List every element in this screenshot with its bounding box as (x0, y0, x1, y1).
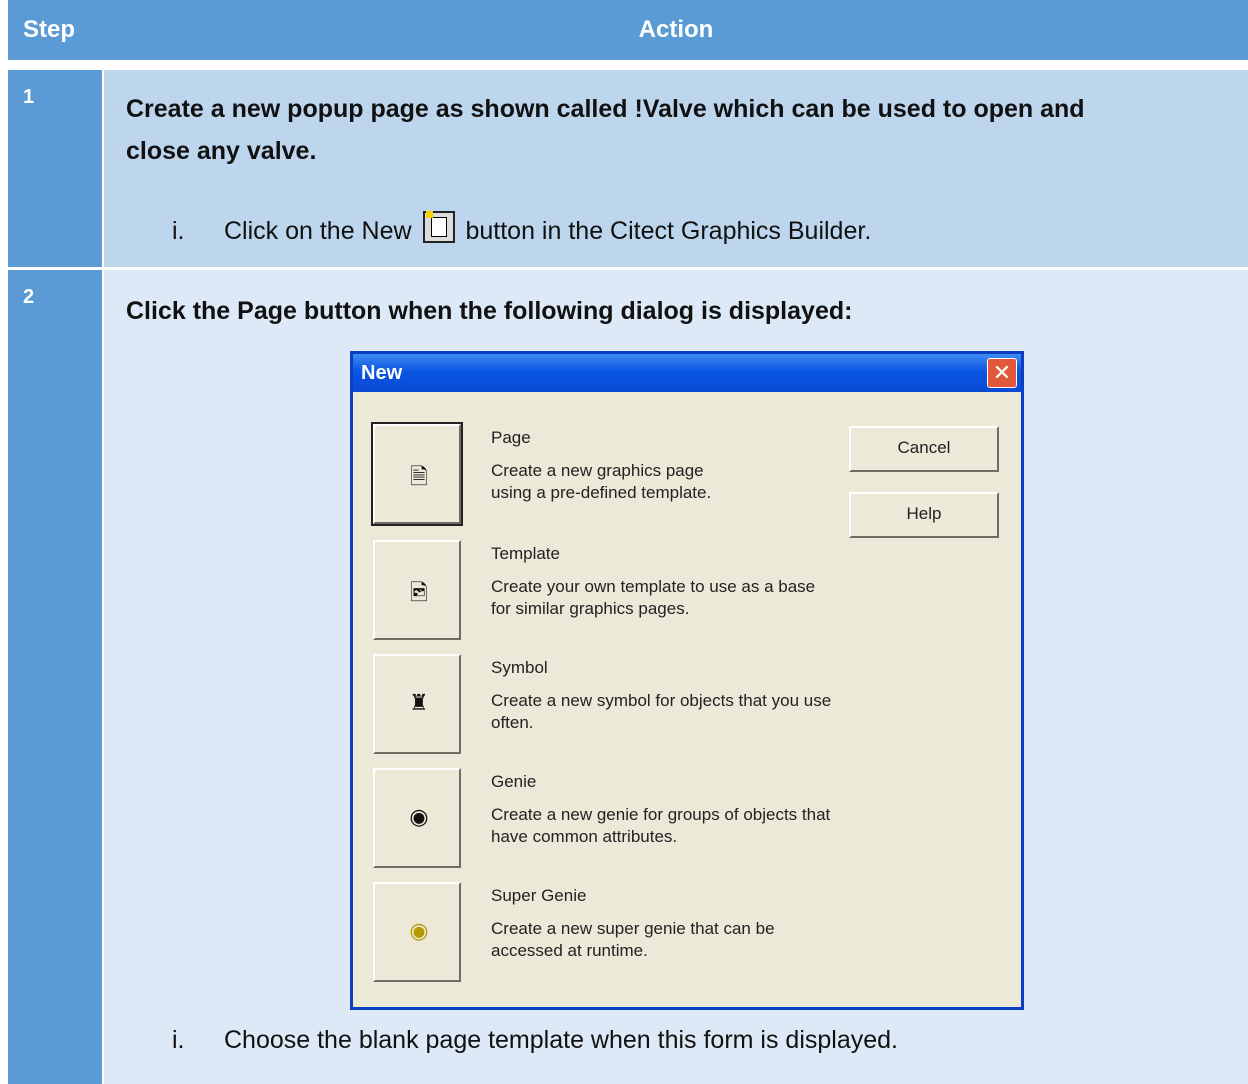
substep-text: Choose the blank page template when this… (224, 1026, 898, 1054)
substep-text-after: button in the Citect Graphics Builder. (465, 217, 872, 245)
substep-numeral: i. (172, 217, 185, 245)
table-header: Step Action (8, 0, 1248, 60)
step-instruction-cont: close any valve. (126, 137, 317, 165)
step-instruction: Create a new popup page as shown called … (126, 95, 1085, 123)
item-title-super-genie: Super Genie (491, 886, 587, 905)
symbol-icon: ♜ (409, 690, 429, 715)
page-button[interactable]: 🗎 (371, 422, 463, 526)
item-desc-symbol: Create a new symbol for objects that you… (491, 691, 832, 732)
help-button[interactable]: Help (849, 492, 999, 538)
step-cell-1: 1 (8, 70, 102, 267)
close-icon[interactable]: ✕ (987, 358, 1017, 388)
symbol-button[interactable]: ♜ (373, 654, 461, 754)
template-icon: 🖻 (410, 580, 428, 605)
item-title-page: Page (491, 428, 531, 447)
substep: i. Choose the blank page template when th… (172, 1022, 898, 1058)
item-title-genie: Genie (491, 772, 537, 791)
genie-button[interactable]: ◉ (373, 768, 461, 868)
action-cell-1: Create a new popup page as shown called … (104, 70, 1248, 267)
step-number: 1 (23, 86, 35, 108)
step-cell-2: 2 (8, 270, 102, 1084)
substep-numeral: i. (172, 1026, 185, 1054)
new-page-icon (422, 211, 455, 243)
super-genie-icon: ◉ (409, 918, 429, 943)
item-desc-genie: Create a new genie for groups of objects… (491, 805, 831, 846)
step-instruction: Click the Page button when the following… (126, 297, 853, 325)
item-title-symbol: Symbol (491, 658, 548, 677)
step-column-header: Step (23, 16, 76, 43)
dialog-title: New (361, 362, 403, 384)
item-desc-super-genie: Create a new super genie that can be acc… (491, 919, 775, 960)
item-desc-template: Create your own template to use as a bas… (491, 577, 816, 618)
new-dialog: New ✕ 🗎 Page Create a new graphics page … (350, 351, 1024, 1010)
super-genie-button[interactable]: ◉ (373, 882, 461, 982)
step-number: 2 (23, 286, 35, 308)
template-button[interactable]: 🖻 (373, 540, 461, 640)
substep: i. Click on the New button in the Citect … (172, 211, 871, 249)
cancel-button[interactable]: Cancel (849, 426, 999, 472)
item-title-template: Template (491, 544, 560, 563)
substep-text: Click on the New (224, 217, 412, 245)
page-icon: 🗎 (410, 464, 428, 489)
instruction-table: Step Action 1 Create a new popup page as… (8, 0, 1248, 1084)
dialog-titlebar: New ✕ (353, 354, 1021, 392)
action-column-header: Action (638, 16, 714, 43)
genie-icon: ◉ (409, 804, 429, 829)
